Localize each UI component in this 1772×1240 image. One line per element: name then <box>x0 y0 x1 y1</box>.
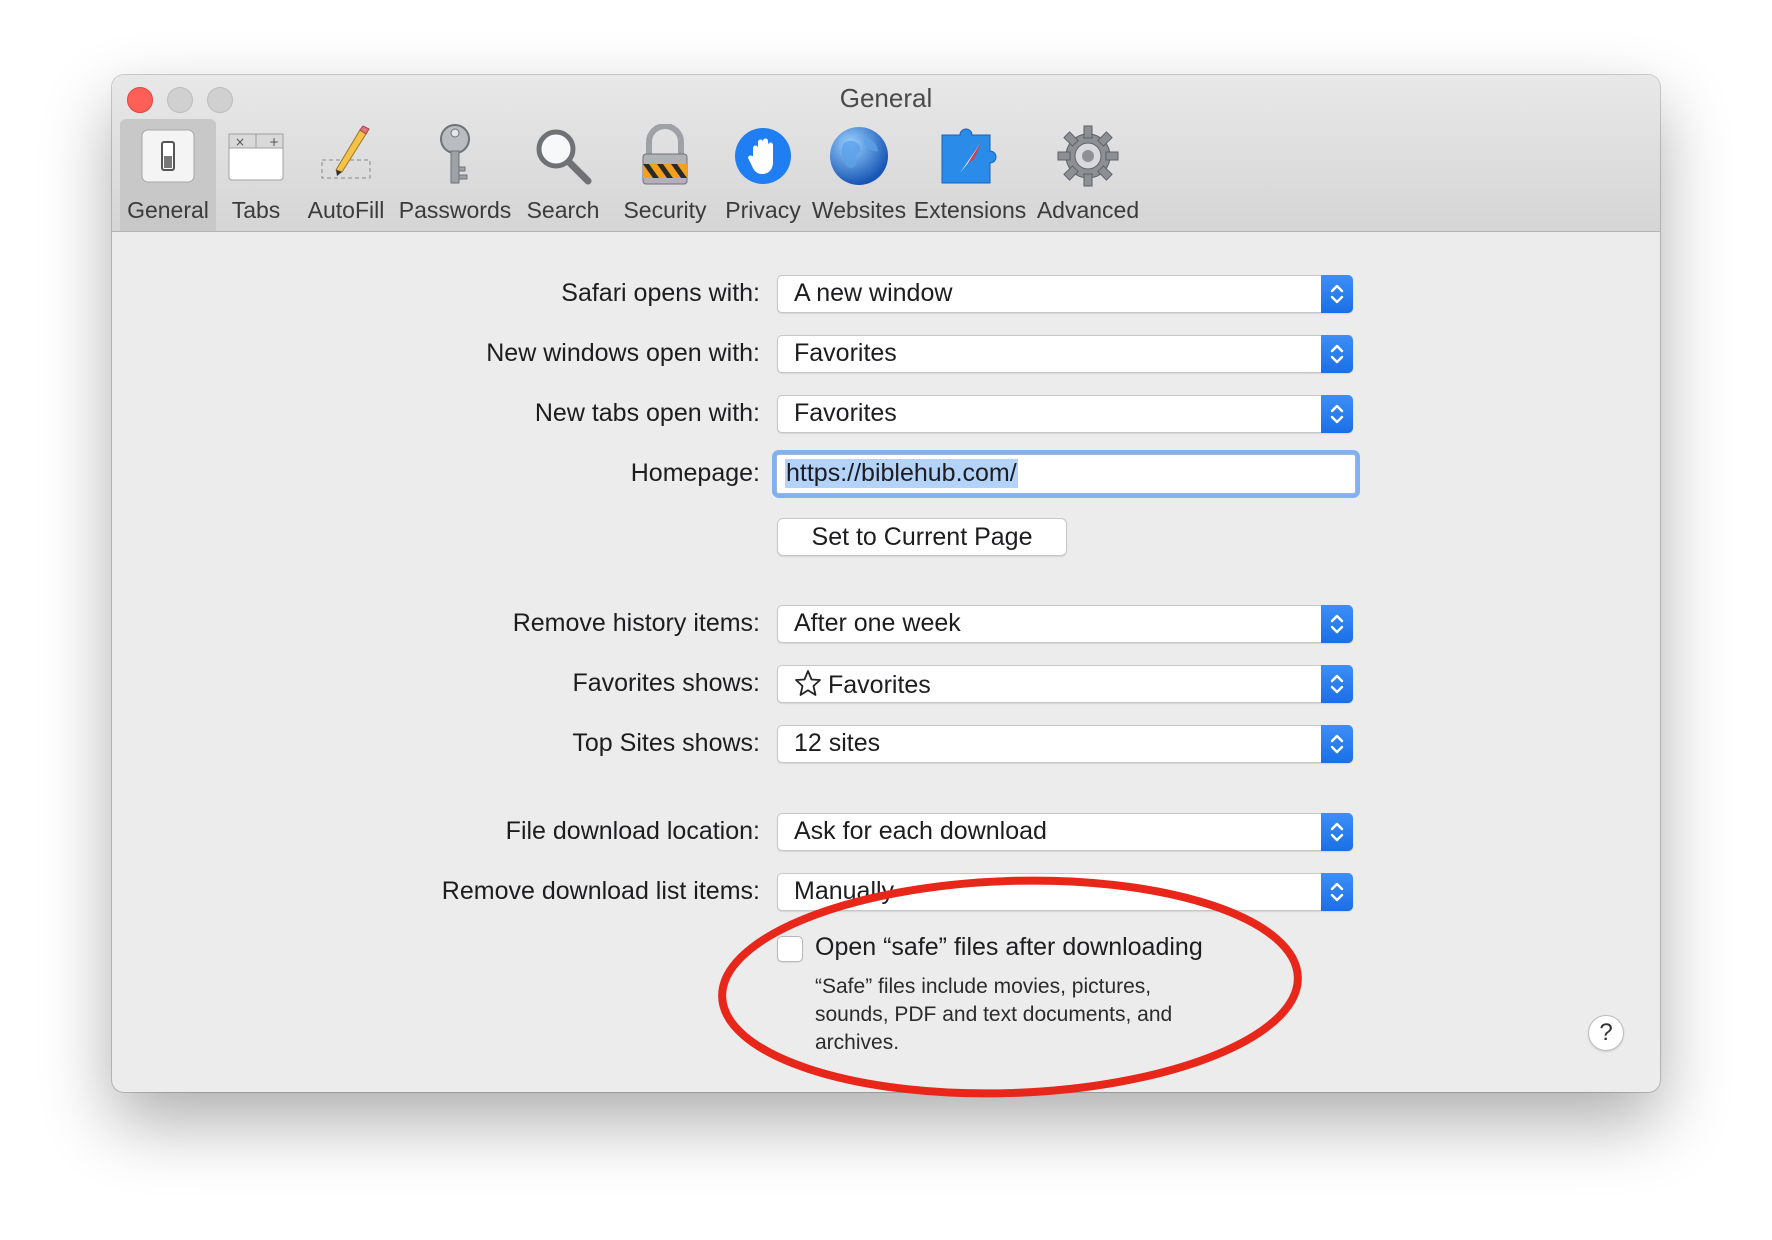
tab-tabs[interactable]: × + Tabs <box>216 119 296 231</box>
tab-security[interactable]: Security <box>612 119 718 231</box>
gear-icon <box>1053 121 1123 191</box>
safari-opens-with-popup[interactable]: A new window <box>777 275 1353 313</box>
tab-privacy[interactable]: Privacy <box>718 119 808 231</box>
hand-icon <box>728 121 798 191</box>
tab-extensions-label: Extensions <box>913 197 1027 223</box>
chevron-up-down-icon <box>1321 275 1353 313</box>
set-to-current-page-button[interactable]: Set to Current Page <box>777 518 1067 556</box>
safari-preferences-window: General General × + Tabs AutoFill Passwo… <box>112 75 1660 1092</box>
chevron-up-down-icon <box>1321 873 1353 911</box>
chevron-up-down-icon <box>1321 395 1353 433</box>
general-switch-icon <box>133 121 203 191</box>
chevron-up-down-icon <box>1321 605 1353 643</box>
safari-opens-with-label: Safari opens with: <box>561 279 760 307</box>
chevron-up-down-icon <box>1321 335 1353 373</box>
magnifier-icon <box>528 121 598 191</box>
svg-text:×: × <box>235 135 245 149</box>
chevron-up-down-icon <box>1321 665 1353 703</box>
top-sites-shows-label: Top Sites shows: <box>572 729 760 757</box>
tabs-icon: × + <box>221 121 291 191</box>
tab-passwords[interactable]: Passwords <box>396 119 514 231</box>
file-download-location-label: File download location: <box>505 817 760 845</box>
favorites-shows-popup[interactable]: Favorites <box>777 665 1353 703</box>
favorites-shows-label: Favorites shows: <box>572 669 760 697</box>
remove-history-items-label: Remove history items: <box>512 609 760 637</box>
help-button[interactable]: ? <box>1588 1015 1624 1051</box>
general-pane: Safari opens with: A new window New wind… <box>112 232 1660 1092</box>
tab-extensions[interactable]: Extensions <box>910 119 1030 231</box>
remove-download-list-items-popup[interactable]: Manually <box>777 873 1353 911</box>
favorites-shows-value: Favorites <box>828 671 931 699</box>
tab-tabs-label: Tabs <box>231 197 281 223</box>
preferences-toolbar: General × + Tabs AutoFill Passwords Sear… <box>112 119 1660 231</box>
homepage-field[interactable]: https://biblehub.com/ <box>776 454 1356 494</box>
puzzle-compass-icon <box>935 121 1005 191</box>
tab-passwords-label: Passwords <box>398 197 512 223</box>
tab-general-label: General <box>127 197 209 223</box>
key-icon <box>420 121 490 191</box>
homepage-value: https://biblehub.com/ <box>785 459 1018 488</box>
tab-advanced[interactable]: Advanced <box>1030 119 1146 231</box>
titlebar: General General × + Tabs AutoFill Passwo… <box>112 75 1660 232</box>
new-windows-open-with-popup[interactable]: Favorites <box>777 335 1353 373</box>
homepage-label: Homepage: <box>630 459 760 487</box>
pencil-icon <box>311 121 381 191</box>
tab-search-label: Search <box>526 197 600 223</box>
svg-text:+: + <box>269 135 279 149</box>
open-safe-files-checkbox[interactable] <box>777 936 803 962</box>
tab-security-label: Security <box>623 197 707 223</box>
chevron-up-down-icon <box>1321 725 1353 763</box>
remove-download-list-items-label: Remove download list items: <box>441 877 760 905</box>
tab-privacy-label: Privacy <box>725 197 801 223</box>
padlock-icon <box>630 121 700 191</box>
tab-websites-label: Websites <box>811 197 907 223</box>
remove-history-items-popup[interactable]: After one week <box>777 605 1353 643</box>
chevron-up-down-icon <box>1321 813 1353 851</box>
window-title: General <box>839 83 933 113</box>
open-safe-files-description: “Safe” files include movies, pictures, s… <box>815 975 1173 1054</box>
tab-search[interactable]: Search <box>514 119 612 231</box>
top-sites-shows-popup[interactable]: 12 sites <box>777 725 1353 763</box>
new-tabs-open-with-popup[interactable]: Favorites <box>777 395 1353 433</box>
tab-general[interactable]: General <box>120 119 216 231</box>
tab-autofill-label: AutoFill <box>307 197 385 223</box>
file-download-location-popup[interactable]: Ask for each download <box>777 813 1353 851</box>
globe-icon <box>824 121 894 191</box>
tab-advanced-label: Advanced <box>1036 197 1140 223</box>
tab-autofill[interactable]: AutoFill <box>296 119 396 231</box>
star-icon <box>795 670 821 696</box>
tab-websites[interactable]: Websites <box>808 119 910 231</box>
new-tabs-open-with-label: New tabs open with: <box>534 399 760 427</box>
new-windows-open-with-label: New windows open with: <box>486 339 760 367</box>
open-safe-files-label[interactable]: Open “safe” files after downloading <box>815 933 1203 962</box>
